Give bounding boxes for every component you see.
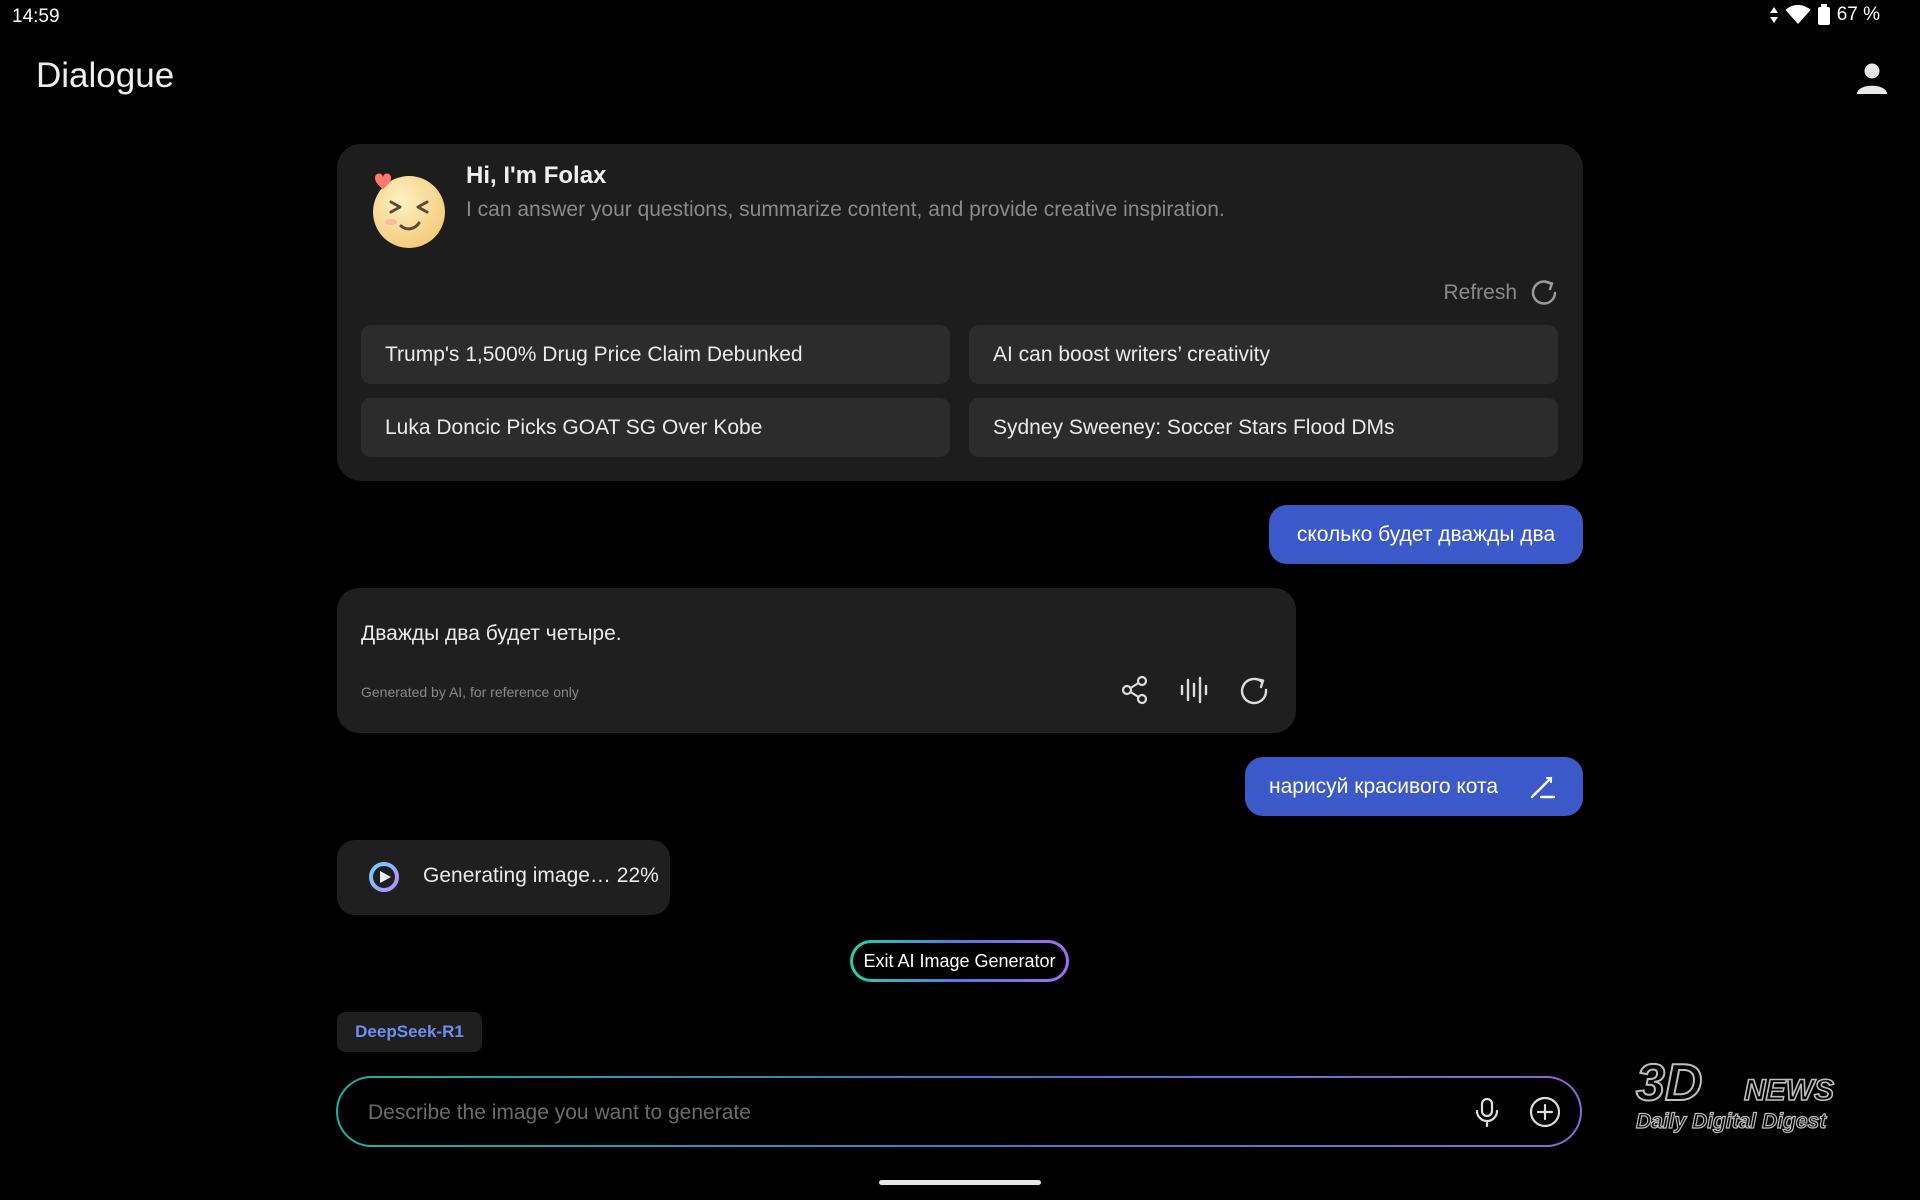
model-selector[interactable]: DeepSeek-R1 xyxy=(337,1012,482,1052)
answer-text: Дважды два будет четыре. xyxy=(361,622,622,645)
loading-spinner-icon xyxy=(369,862,399,892)
battery-percent: 67 % xyxy=(1836,4,1880,25)
person-icon[interactable] xyxy=(1854,60,1890,96)
battery-icon xyxy=(1817,4,1830,25)
intro-subtitle: I can answer your questions, summarize c… xyxy=(466,198,1225,221)
wifi-icon xyxy=(1785,5,1811,24)
suggestion-chip[interactable]: AI can boost writers’ creativity xyxy=(969,325,1558,384)
suggestion-chip[interactable]: Sydney Sweeney: Soccer Stars Flood DMs xyxy=(969,398,1558,457)
svg-text:NEWS: NEWS xyxy=(1744,1074,1834,1107)
generating-status: Generating image… 22% xyxy=(337,840,670,915)
ai-answer-bubble: Дважды два будет четыре. Generated by AI… xyxy=(337,588,1296,733)
prompt-input[interactable] xyxy=(366,1078,1470,1147)
prompt-input-container xyxy=(336,1076,1582,1147)
ai-disclaimer: Generated by AI, for reference only xyxy=(361,684,579,700)
generating-text: Generating image… 22% xyxy=(423,864,659,887)
refresh-button[interactable]: Refresh xyxy=(1443,278,1559,308)
refresh-icon xyxy=(1531,280,1557,305)
regenerate-icon[interactable] xyxy=(1238,674,1270,706)
svg-text:Daily Digital Digest: Daily Digital Digest xyxy=(1636,1110,1827,1133)
status-icons: 67 % xyxy=(1769,4,1880,26)
draw-pen-icon xyxy=(1530,776,1556,799)
exit-image-generator-button[interactable]: Exit AI Image Generator xyxy=(850,940,1069,982)
suggestion-chip[interactable]: Trump's 1,500% Drug Price Claim Debunked xyxy=(361,325,950,384)
intro-title: Hi, I'm Folax xyxy=(466,162,607,189)
intro-card: Hi, I'm Folax I can answer your question… xyxy=(337,144,1583,481)
data-arrows-icon xyxy=(1769,7,1778,23)
share-icon[interactable] xyxy=(1119,674,1151,706)
user-message-text: нарисуй красивого кота xyxy=(1269,775,1499,798)
status-bar: 14:59 67 % xyxy=(0,0,1920,34)
user-message-image-request: нарисуй красивого кота xyxy=(1245,757,1583,816)
microphone-icon[interactable] xyxy=(1470,1095,1504,1129)
user-message: сколько будет дважды два xyxy=(1269,505,1583,564)
page-title: Dialogue xyxy=(36,56,175,95)
refresh-label: Refresh xyxy=(1443,281,1517,304)
add-attachment-icon[interactable] xyxy=(1528,1095,1562,1129)
suggestion-chip[interactable]: Luka Doncic Picks GOAT SG Over Kobe xyxy=(361,398,950,457)
3dnews-watermark-logo: 3D NEWS Daily Digital Digest xyxy=(1635,1053,1835,1134)
home-indicator[interactable] xyxy=(879,1180,1041,1185)
folax-avatar-icon xyxy=(373,173,445,248)
voice-playback-icon[interactable] xyxy=(1178,674,1210,706)
status-time: 14:59 xyxy=(12,6,60,27)
svg-text:3D: 3D xyxy=(1636,1054,1702,1112)
